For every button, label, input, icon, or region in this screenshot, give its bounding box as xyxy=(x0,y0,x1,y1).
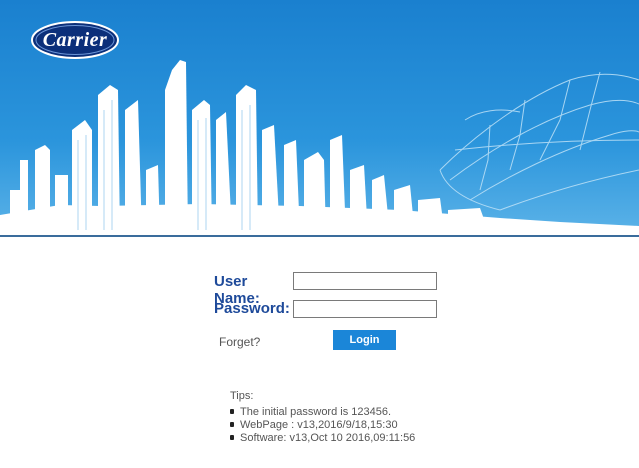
tip-item: Software: v13,Oct 10 2016,09:11:56 xyxy=(230,431,415,444)
banner-divider xyxy=(0,235,639,237)
bullet-icon xyxy=(230,435,234,440)
tip-text: WebPage : v13,2016/9/18,15:30 xyxy=(240,418,398,431)
carrier-logo: Carrier xyxy=(30,20,120,60)
tip-item: WebPage : v13,2016/9/18,15:30 xyxy=(230,418,415,431)
tip-text: Software: v13,Oct 10 2016,09:11:56 xyxy=(240,431,416,444)
password-label: Password: xyxy=(214,300,290,317)
bullet-icon xyxy=(230,422,234,427)
tip-text: The initial password is 123456. xyxy=(240,405,392,418)
tips-section: Tips: The initial password is 123456. We… xyxy=(230,390,415,444)
tips-title: Tips: xyxy=(230,390,254,402)
logo-text: Carrier xyxy=(42,28,108,51)
forget-password-link[interactable]: Forget? xyxy=(219,335,260,349)
password-input[interactable] xyxy=(293,300,437,318)
login-button[interactable]: Login xyxy=(333,330,396,350)
bullet-icon xyxy=(230,409,234,414)
tip-item: The initial password is 123456. xyxy=(230,405,415,418)
tips-list: The initial password is 123456. WebPage … xyxy=(230,405,415,444)
header-banner: Carrier xyxy=(0,0,639,236)
username-input[interactable] xyxy=(293,272,437,290)
